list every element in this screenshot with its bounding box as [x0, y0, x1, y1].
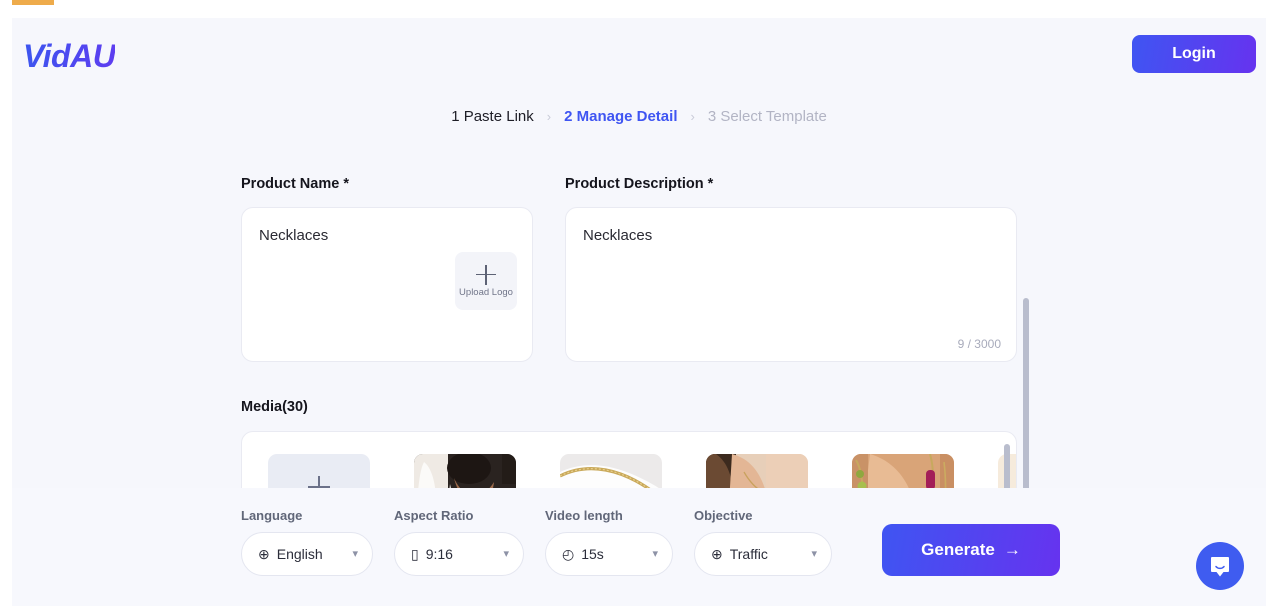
step-breadcrumb: 1 Paste Link › 2 Manage Detail › 3 Selec…	[12, 108, 1266, 125]
product-name-label: Product Name *	[241, 176, 349, 192]
product-description-field: Product Description * Necklaces 9 / 3000	[565, 176, 1017, 362]
product-name-input[interactable]: Necklaces Upload Logo	[241, 207, 533, 362]
product-description-label: Product Description *	[565, 176, 714, 192]
step-select-template[interactable]: 3 Select Template	[708, 108, 827, 125]
arrow-right-icon: →	[1003, 540, 1021, 559]
language-value: English	[276, 546, 323, 562]
aspect-ratio-control: Aspect Ratio ▯ 9:16 ▾	[394, 508, 524, 576]
app-page: VidAU Login 1 Paste Link › 2 Manage Deta…	[12, 18, 1266, 606]
video-length-value: 15s	[581, 546, 604, 562]
login-button[interactable]: Login	[1132, 35, 1256, 73]
phone-icon: ▯	[411, 546, 419, 562]
product-name-value: Necklaces	[259, 227, 329, 244]
character-counter: 9 / 3000	[957, 337, 1001, 351]
media-label: Media(30)	[241, 399, 308, 415]
language-control: Language ⊕ English ▾	[241, 508, 373, 576]
generate-label: Generate	[921, 540, 995, 559]
chevron-down-icon: ▾	[352, 547, 358, 560]
chevron-down-icon: ▾	[503, 547, 509, 560]
upload-logo-button[interactable]: Upload Logo	[455, 252, 517, 310]
upload-logo-label: Upload Logo	[459, 286, 513, 298]
aspect-ratio-select[interactable]: ▯ 9:16 ▾	[394, 532, 524, 576]
video-length-control: Video length ◴ 15s ▾	[545, 508, 673, 576]
plus-icon	[476, 264, 496, 285]
aspect-ratio-label: Aspect Ratio	[394, 508, 474, 523]
chat-bubble-icon	[1211, 557, 1229, 577]
step-separator-1: ›	[546, 109, 552, 124]
chevron-down-icon: ▾	[811, 547, 817, 560]
language-select[interactable]: ⊕ English ▾	[241, 532, 373, 576]
control-group-row: Language ⊕ English ▾ Aspect Ratio ▯ 9:16…	[241, 508, 1060, 576]
product-description-value: Necklaces	[583, 227, 653, 244]
chevron-down-icon: ▾	[652, 547, 658, 560]
clock-icon: ◴	[562, 546, 575, 562]
step-separator-2: ›	[690, 109, 695, 124]
top-progress-strip	[12, 0, 54, 5]
objective-label: Objective	[694, 508, 753, 523]
video-length-label: Video length	[545, 508, 623, 523]
form-scroll-area: Product Name * Necklaces Upload Logo Pro…	[12, 146, 1266, 541]
objective-control: Objective ⊕ Traffic ▾	[694, 508, 832, 576]
globe-icon: ⊕	[258, 546, 270, 562]
step-paste-link[interactable]: 1 Paste Link	[451, 108, 534, 125]
aspect-ratio-value: 9:16	[425, 546, 453, 562]
product-description-input[interactable]: Necklaces 9 / 3000	[565, 207, 1017, 362]
objective-value: Traffic	[729, 546, 768, 562]
objective-select[interactable]: ⊕ Traffic ▾	[694, 532, 832, 576]
chat-launcher-button[interactable]	[1196, 542, 1244, 590]
video-length-select[interactable]: ◴ 15s ▾	[545, 532, 673, 576]
generate-button[interactable]: Generate →	[882, 524, 1060, 576]
app-header: VidAU Login	[12, 18, 1266, 92]
step-manage-detail[interactable]: 2 Manage Detail	[564, 108, 677, 125]
vidau-logo: VidAU	[23, 38, 116, 74]
product-name-field: Product Name * Necklaces Upload Logo	[241, 176, 533, 362]
target-icon: ⊕	[711, 546, 723, 562]
language-label: Language	[241, 508, 303, 523]
generation-control-bar: Language ⊕ English ▾ Aspect Ratio ▯ 9:16…	[12, 488, 1266, 606]
